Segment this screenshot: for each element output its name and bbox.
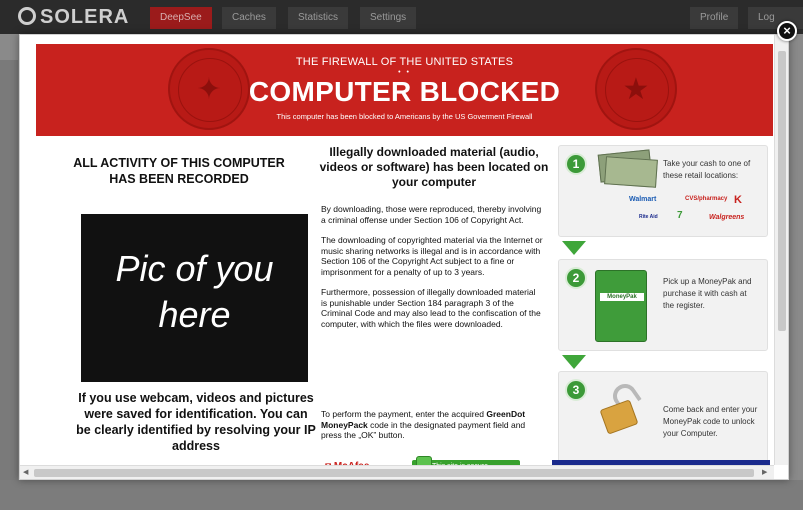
scroll-right-icon[interactable]: ▶: [762, 468, 767, 476]
cash-icon: [604, 156, 658, 188]
legal-paragraph: Furthermore, possession of illegally dow…: [321, 287, 541, 329]
walgreens-logo: Walgreens: [709, 214, 745, 221]
scroll-left-icon[interactable]: ◀: [23, 468, 28, 476]
warning-banner: ✦ ★ THE FIREWALL OF THE UNITED STATES • …: [36, 44, 773, 136]
nav-profile[interactable]: Profile: [690, 7, 739, 29]
legal-text: By downloading, those were reproduced, t…: [321, 204, 543, 339]
identification-warning: If you use webcam, videos and pictures w…: [76, 391, 316, 453]
payment-steps: 1 Take your cash to one of these retail …: [558, 145, 768, 479]
moneypak-card-icon: MoneyPak: [595, 270, 647, 342]
close-icon[interactable]: ×: [777, 21, 797, 41]
nav-caches[interactable]: Caches: [222, 7, 276, 29]
webcam-picture-placeholder: Pic of you here: [81, 214, 308, 382]
legal-paragraph: The downloading of copyrighted material …: [321, 235, 543, 277]
banner-note: This computer has been blocked to Americ…: [276, 112, 533, 121]
background-footer: [0, 480, 803, 510]
banner-subtitle: THE FIREWALL OF THE UNITED STATES: [295, 56, 514, 68]
app-logo: SOLERA: [18, 6, 129, 29]
step-3-text: Come back and enter your MoneyPak code t…: [663, 405, 758, 438]
step-number: 2: [565, 267, 587, 289]
background-sidebar: [0, 60, 18, 480]
nav-statistics[interactable]: Statistics: [288, 7, 349, 29]
horizontal-scrollbar[interactable]: ◀ ▶: [20, 465, 774, 479]
step-number: 1: [565, 153, 587, 175]
step-1-text: Take your cash to one of these retail lo…: [663, 159, 751, 180]
seven-eleven-logo: 7: [677, 210, 683, 221]
down-arrow-icon: [562, 355, 586, 369]
illegal-material-heading: Illegally downloaded material (audio, vi…: [319, 145, 549, 189]
cvs-logo: CVS/pharmacy: [685, 196, 728, 202]
kmart-logo: K: [734, 194, 742, 206]
step-1-panel: 1 Take your cash to one of these retail …: [558, 145, 768, 237]
nav-deepsee[interactable]: DeepSee: [150, 7, 212, 29]
rite-aid-logo: Rite Aid: [639, 214, 658, 220]
vertical-scroll-thumb[interactable]: [778, 51, 786, 331]
payment-prefix: To perform the payment, enter the acquir…: [321, 409, 485, 419]
step-2-text: Pick up a MoneyPak and purchase it with …: [663, 277, 752, 310]
step-number: 3: [565, 379, 587, 401]
down-arrow-icon: [562, 241, 586, 255]
legal-paragraph: By downloading, those were reproduced, t…: [321, 204, 542, 225]
app-topbar: SOLERA DeepSee Caches Statistics Setting…: [0, 0, 803, 45]
step-3-panel: 3 Come back and enter your MoneyPak code…: [558, 371, 768, 473]
vertical-scrollbar[interactable]: [774, 35, 788, 465]
payment-instructions: To perform the payment, enter the acquir…: [321, 409, 543, 441]
activity-heading: ALL ACTIVITY OF THIS COMPUTER HAS BEEN R…: [73, 156, 285, 186]
step-2-panel: 2 MoneyPak Pick up a MoneyPak and purcha…: [558, 259, 768, 351]
nav-settings[interactable]: Settings: [360, 7, 417, 29]
horizontal-scroll-thumb[interactable]: [34, 469, 754, 477]
walmart-logo: Walmart: [629, 196, 657, 203]
ransom-modal: ✦ ★ THE FIREWALL OF THE UNITED STATES • …: [19, 34, 789, 480]
